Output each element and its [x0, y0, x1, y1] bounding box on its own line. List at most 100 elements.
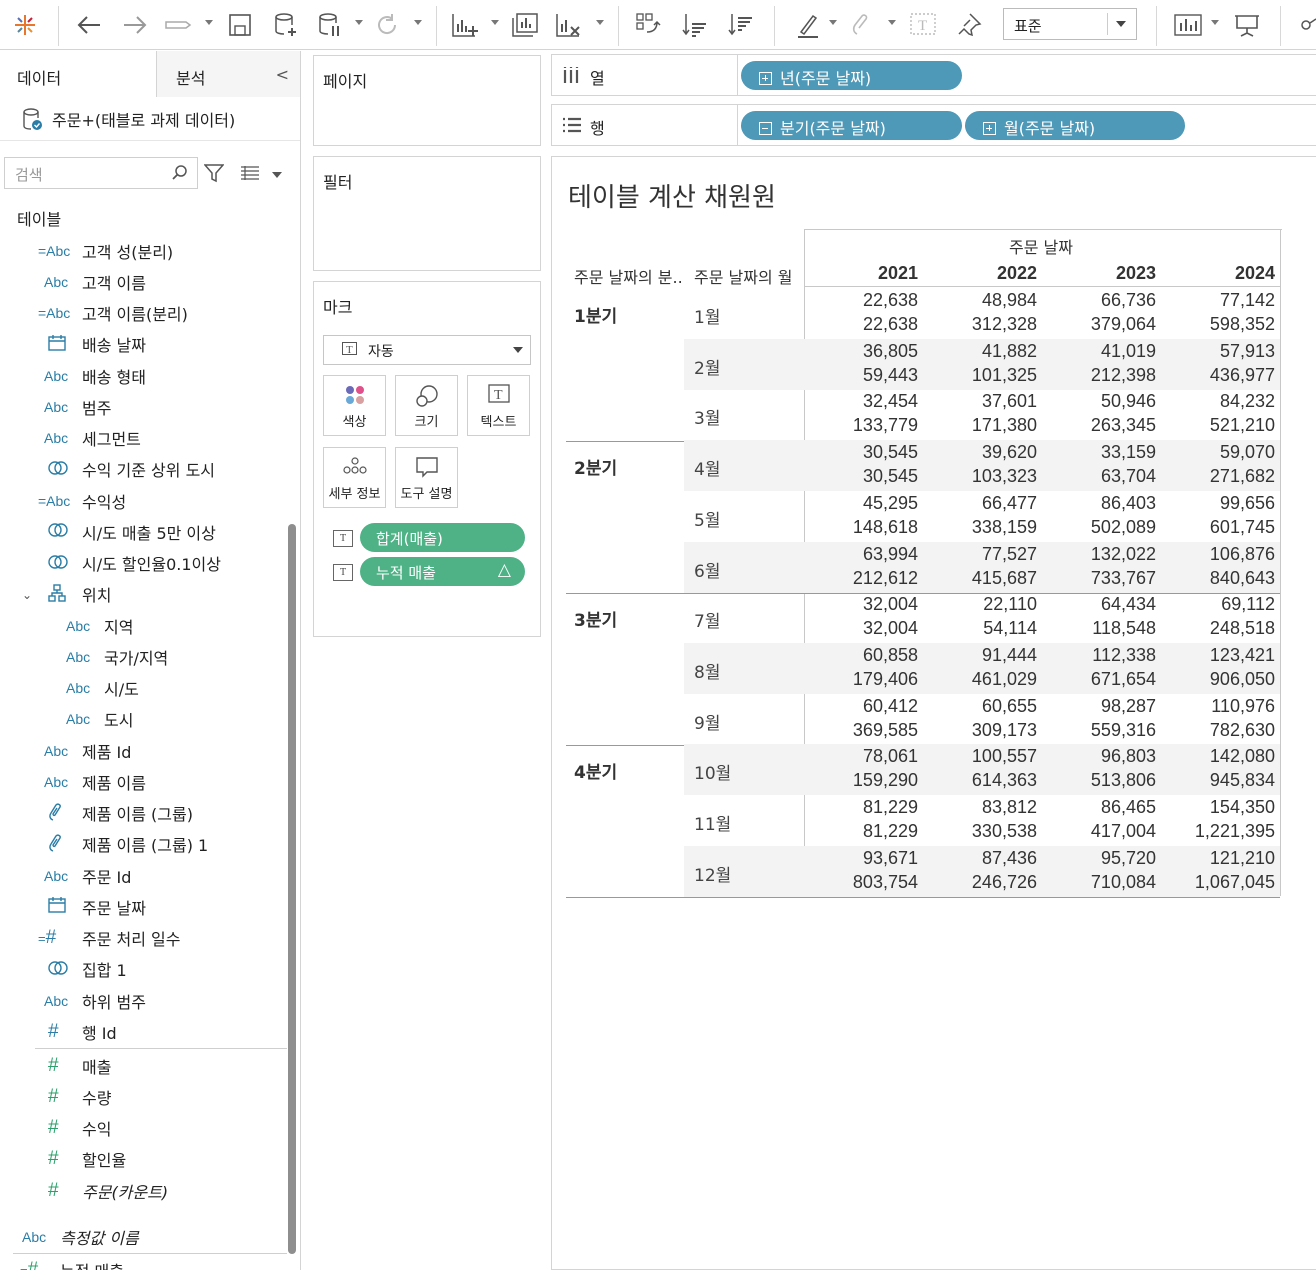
- month-label[interactable]: 5월: [694, 506, 720, 531]
- running-total-cell[interactable]: 840,643: [1157, 568, 1275, 589]
- sales-cell[interactable]: 99,656: [1157, 493, 1275, 514]
- sales-cell[interactable]: 154,350: [1157, 797, 1275, 818]
- sort-ascending-icon[interactable]: [680, 10, 710, 40]
- sales-cell[interactable]: 60,655: [919, 696, 1037, 717]
- running-total-cell[interactable]: 671,654: [1038, 669, 1156, 690]
- new-datasource-icon[interactable]: [272, 10, 300, 40]
- running-total-cell[interactable]: 312,328: [919, 314, 1037, 335]
- field-item[interactable]: # 주문(카운트): [0, 1175, 290, 1206]
- quarter-label[interactable]: 4분기: [574, 758, 617, 783]
- search-input[interactable]: 검색: [4, 157, 198, 189]
- datasource-item[interactable]: 주문+(태블로 과제 데이터): [0, 97, 300, 141]
- chevron-down-icon[interactable]: [272, 172, 282, 178]
- field-item[interactable]: 수익 기준 상위 도시: [0, 454, 290, 485]
- sales-cell[interactable]: 121,210: [1157, 848, 1275, 869]
- share-icon[interactable]: [1296, 10, 1316, 40]
- running-total-cell[interactable]: 32,004: [800, 618, 918, 639]
- field-item[interactable]: =Abc 고객 성(분리): [0, 235, 290, 266]
- sales-cell[interactable]: 30,545: [800, 442, 918, 463]
- month-label[interactable]: 11월: [694, 810, 731, 835]
- running-total-cell[interactable]: 461,029: [919, 669, 1037, 690]
- sales-cell[interactable]: 106,876: [1157, 544, 1275, 565]
- running-total-cell[interactable]: 63,704: [1038, 466, 1156, 487]
- month-label[interactable]: 1월: [694, 303, 720, 328]
- field-item[interactable]: Abc 주문 Id: [0, 860, 290, 891]
- sales-cell[interactable]: 81,229: [800, 797, 918, 818]
- sales-cell[interactable]: 91,444: [919, 645, 1037, 666]
- field-item[interactable]: Abc 제품 이름: [0, 766, 290, 797]
- running-total-cell[interactable]: 710,084: [1038, 872, 1156, 893]
- sales-cell[interactable]: 66,736: [1038, 290, 1156, 311]
- field-item[interactable]: =Abc 수익성: [0, 485, 290, 516]
- running-total-cell[interactable]: 212,612: [800, 568, 918, 589]
- running-total-cell[interactable]: 415,687: [919, 568, 1037, 589]
- mark-type-select[interactable]: T 자동: [323, 335, 531, 365]
- running-total-cell[interactable]: 118,548: [1038, 618, 1156, 639]
- quarter-label[interactable]: 2분기: [574, 454, 617, 479]
- swap-icon[interactable]: [634, 10, 664, 40]
- month-label[interactable]: 4월: [694, 455, 720, 480]
- filters-card[interactable]: 필터: [313, 156, 541, 271]
- chevron-down-icon[interactable]: ⌄: [22, 588, 32, 602]
- field-item[interactable]: Abc 도시: [0, 704, 290, 735]
- sales-cell[interactable]: 86,403: [1038, 493, 1156, 514]
- running-total-cell[interactable]: 179,406: [800, 669, 918, 690]
- running-total-cell[interactable]: 81,229: [800, 821, 918, 842]
- sales-cell[interactable]: 37,601: [919, 391, 1037, 412]
- sales-cell[interactable]: 63,994: [800, 544, 918, 565]
- running-total-cell[interactable]: 614,363: [919, 770, 1037, 791]
- sales-cell[interactable]: 41,019: [1038, 341, 1156, 362]
- field-item[interactable]: 배송 날짜: [0, 329, 290, 360]
- redo-icon[interactable]: [120, 10, 150, 40]
- text-button[interactable]: T 텍스트: [467, 375, 530, 436]
- sales-cell[interactable]: 57,913: [1157, 341, 1275, 362]
- pill-year-order-date[interactable]: 년(주문 날짜): [741, 61, 962, 90]
- running-total-cell[interactable]: 133,779: [800, 415, 918, 436]
- sales-cell[interactable]: 50,946: [1038, 391, 1156, 412]
- month-label[interactable]: 6월: [694, 557, 720, 582]
- presentation-icon[interactable]: [1232, 10, 1262, 40]
- row-header-quarter[interactable]: 주문 날짜의 분..: [574, 264, 683, 288]
- pin-icon[interactable]: [954, 10, 984, 40]
- duplicate-sheet-icon[interactable]: [510, 10, 540, 40]
- field-item[interactable]: Abc 지역: [0, 610, 290, 641]
- label-icon[interactable]: T: [908, 10, 938, 40]
- tableau-logo-icon[interactable]: [10, 10, 40, 40]
- running-total-cell[interactable]: 22,638: [800, 314, 918, 335]
- running-total-cell[interactable]: 59,443: [800, 365, 918, 386]
- sales-cell[interactable]: 39,620: [919, 442, 1037, 463]
- scrollbar[interactable]: [288, 524, 296, 1254]
- highlight-icon[interactable]: [794, 10, 822, 40]
- month-label[interactable]: 9월: [694, 709, 720, 734]
- year-header[interactable]: 2024: [1157, 263, 1275, 284]
- running-total-cell[interactable]: 263,345: [1038, 415, 1156, 436]
- size-button[interactable]: 크기: [395, 375, 458, 436]
- fit-mode-select[interactable]: 표준: [1003, 8, 1137, 40]
- sales-cell[interactable]: 59,070: [1157, 442, 1275, 463]
- running-total-cell[interactable]: 598,352: [1157, 314, 1275, 335]
- field-item[interactable]: Abc 국가/지역: [0, 641, 290, 672]
- row-header-month[interactable]: 주문 날짜의 월: [694, 264, 793, 288]
- running-total-cell[interactable]: 417,004: [1038, 821, 1156, 842]
- list-view-icon[interactable]: [240, 165, 260, 185]
- mark-pill-sum-sales[interactable]: 합계(매출): [360, 523, 525, 552]
- sales-cell[interactable]: 95,720: [1038, 848, 1156, 869]
- running-total-cell[interactable]: 101,325: [919, 365, 1037, 386]
- collapse-pane-button[interactable]: <: [276, 65, 289, 84]
- running-total-cell[interactable]: 803,754: [800, 872, 918, 893]
- mark-pill-running-sales[interactable]: 누적 매출 △: [360, 557, 525, 586]
- sales-cell[interactable]: 32,454: [800, 391, 918, 412]
- sales-cell[interactable]: 77,142: [1157, 290, 1275, 311]
- field-item[interactable]: 제품 이름 (그룹): [0, 798, 290, 829]
- save-icon[interactable]: [226, 10, 254, 40]
- running-total-cell[interactable]: 782,630: [1157, 720, 1275, 741]
- month-label[interactable]: 10월: [694, 759, 731, 784]
- sales-cell[interactable]: 123,421: [1157, 645, 1275, 666]
- quarter-label[interactable]: 3분기: [574, 606, 617, 631]
- new-sheet-icon[interactable]: [450, 10, 480, 40]
- sales-cell[interactable]: 48,984: [919, 290, 1037, 311]
- running-total-cell[interactable]: 246,726: [919, 872, 1037, 893]
- field-item[interactable]: Abc 측정값 이름: [0, 1221, 290, 1252]
- field-item[interactable]: Abc 제품 Id: [0, 735, 290, 766]
- running-total-cell[interactable]: 906,050: [1157, 669, 1275, 690]
